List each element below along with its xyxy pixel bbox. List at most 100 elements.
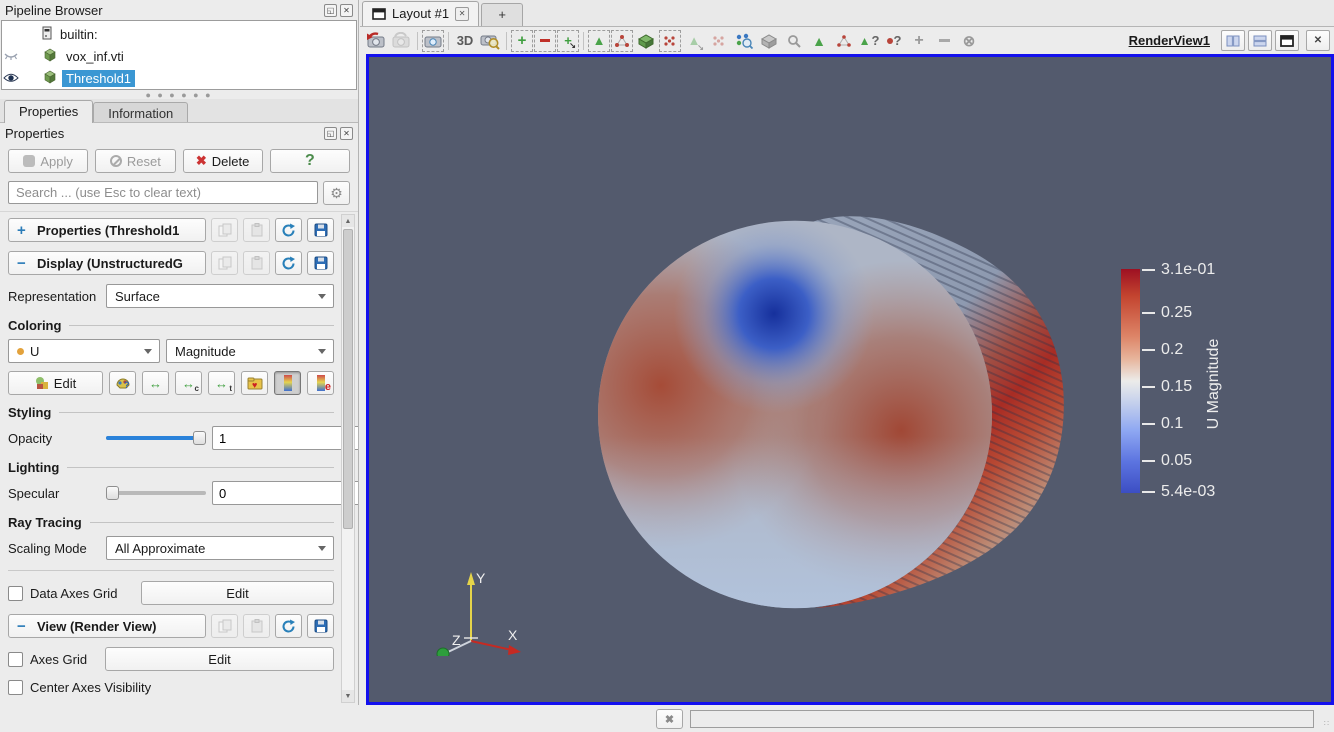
axes-grid-edit-button[interactable]: Edit [105, 647, 334, 671]
rescale-visible-range-button[interactable]: ? [109, 371, 136, 395]
select-points-with-polygon-button[interactable] [707, 29, 731, 53]
toggle-2d-3d-button[interactable]: 3D [453, 29, 477, 53]
opacity-slider[interactable] [106, 429, 206, 447]
select-points-through-button[interactable] [659, 30, 681, 52]
choose-preset-button[interactable]: ♥ [241, 371, 268, 395]
layout-tab[interactable]: Layout #1 ✕ [362, 1, 479, 26]
zoom-to-data-button[interactable] [478, 29, 502, 53]
copy-display-button[interactable] [211, 251, 238, 275]
eye-open-icon[interactable] [2, 72, 20, 84]
panel-splitter[interactable]: ● ● ● ● ● ● [0, 90, 358, 99]
resize-grip[interactable]: ∷ [1324, 719, 1330, 728]
opacity-value-field[interactable] [212, 426, 358, 450]
section-display-header[interactable]: − Display (UnstructuredG [8, 251, 206, 275]
close-icon[interactable]: ✕ [340, 4, 353, 17]
rescale-custom-range-button[interactable]: ↔c [175, 371, 202, 395]
scrollbar-thumb[interactable] [343, 229, 353, 529]
pipeline-item-builtin[interactable]: builtin: [2, 23, 356, 45]
edit-color-map-button[interactable]: Edit [8, 371, 103, 395]
toggle-color-legend-button[interactable] [274, 371, 301, 395]
select-points-on-surface-button[interactable] [611, 30, 633, 52]
close-icon[interactable]: ✕ [340, 127, 353, 140]
close-view-button[interactable]: ✕ [1306, 30, 1330, 51]
data-axes-grid-checkbox[interactable] [8, 586, 23, 601]
reset-view-defaults-button[interactable] [275, 614, 302, 638]
pipeline-item-threshold[interactable]: Threshold1 [2, 67, 356, 89]
properties-scrollbar[interactable]: ▲ ▼ [341, 214, 355, 703]
select-cells-with-polygon-button[interactable]: ▲↘ [682, 29, 706, 53]
scroll-up-icon[interactable]: ▲ [342, 215, 354, 227]
select-cells-on-surface-button[interactable]: ▲ [588, 30, 610, 52]
axes-grid-checkbox[interactable] [8, 652, 23, 667]
center-axes-checkbox[interactable] [8, 680, 23, 695]
legend-tick-label: 3.1e-01 [1161, 261, 1215, 279]
scroll-down-icon[interactable]: ▼ [342, 690, 354, 702]
add-annotation-button[interactable]: + [907, 29, 931, 53]
rescale-temporal-range-button[interactable]: ↔t [208, 371, 235, 395]
subtract-selection-button[interactable] [534, 30, 556, 52]
split-vertical-button[interactable] [1248, 30, 1272, 51]
interactive-select-cells-button[interactable] [757, 29, 781, 53]
specular-slider[interactable] [106, 484, 206, 502]
slider-handle[interactable] [193, 431, 206, 445]
save-view-defaults-button[interactable] [307, 614, 334, 638]
edit-color-legend-button[interactable]: e [307, 371, 334, 395]
specular-value-field[interactable] [212, 481, 358, 505]
add-selection-button[interactable]: + [511, 30, 533, 52]
reset-defaults-button[interactable] [275, 218, 302, 242]
split-horizontal-button[interactable] [1221, 30, 1245, 51]
eye-closed-icon[interactable] [2, 50, 20, 62]
data-axes-grid-edit-button[interactable]: Edit [141, 581, 334, 605]
select-block-button[interactable] [832, 29, 856, 53]
color-legend[interactable]: 3.1e-01 0.25 0.2 0.15 0.1 0.05 5.4e-03 [1121, 269, 1334, 493]
maximize-view-button[interactable] [1275, 30, 1299, 51]
hover-cells-button[interactable]: ▲ [807, 29, 831, 53]
abort-button[interactable]: ✖ [656, 709, 683, 729]
search-input[interactable] [8, 181, 318, 204]
save-defaults-button[interactable] [307, 218, 334, 242]
slider-handle[interactable] [106, 486, 119, 500]
reset-display-defaults-button[interactable] [275, 251, 302, 275]
tab-properties[interactable]: Properties [4, 100, 93, 123]
color-component-combo[interactable]: Magnitude [166, 339, 334, 363]
copy-view-button[interactable] [211, 614, 238, 638]
paste-properties-button[interactable] [243, 218, 270, 242]
legend-tick-label: 0.15 [1161, 378, 1192, 396]
apply-button[interactable]: Apply [8, 149, 88, 173]
adjust-camera-button[interactable] [389, 29, 413, 53]
remove-annotation-button[interactable] [932, 29, 956, 53]
query-points-button[interactable]: ? [882, 29, 906, 53]
paste-display-button[interactable] [243, 251, 270, 275]
save-display-defaults-button[interactable] [307, 251, 334, 275]
scaling-mode-combo[interactable]: All Approximate [106, 536, 334, 560]
tab-information[interactable]: Information [93, 102, 188, 122]
delete-button[interactable]: ✖ Delete [183, 149, 263, 173]
section-properties-header[interactable]: + Properties (Threshold1 [8, 218, 206, 242]
copy-properties-button[interactable] [211, 218, 238, 242]
query-cells-button[interactable]: ▲? [857, 29, 881, 53]
help-button[interactable]: ? [270, 149, 350, 173]
rescale-arrows-icon: ↔ [182, 376, 195, 391]
pipeline-item-source[interactable]: vox_inf.vti [2, 45, 356, 67]
select-cells-through-button[interactable] [634, 29, 658, 53]
representation-combo[interactable]: Surface [106, 284, 334, 308]
hover-points-button[interactable] [782, 29, 806, 53]
color-array-combo[interactable]: U [8, 339, 160, 363]
grow-selection-button[interactable]: +↘ [557, 30, 579, 52]
capture-screenshot-button[interactable] [422, 30, 444, 52]
rescale-data-range-button[interactable]: ↔ [142, 371, 169, 395]
paste-view-button[interactable] [243, 614, 270, 638]
edit-label: Edit [226, 586, 248, 601]
layout-tab-label: Layout #1 [392, 6, 449, 21]
render-viewport[interactable]: 3.1e-01 0.25 0.2 0.15 0.1 0.05 5.4e-03 U… [366, 54, 1334, 705]
reset-camera-button[interactable] [364, 29, 388, 53]
float-icon[interactable]: ◱ [324, 127, 337, 140]
interactive-select-points-button[interactable] [732, 29, 756, 53]
reset-button[interactable]: Reset [95, 149, 175, 173]
section-view-header[interactable]: − View (Render View) [8, 614, 206, 638]
float-icon[interactable]: ◱ [324, 4, 337, 17]
search-options-button[interactable]: ⚙ [323, 181, 350, 205]
close-tab-icon[interactable]: ✕ [455, 7, 469, 21]
clear-annotations-button[interactable]: ⊗ [957, 29, 981, 53]
new-layout-tab[interactable]: + [481, 3, 523, 26]
